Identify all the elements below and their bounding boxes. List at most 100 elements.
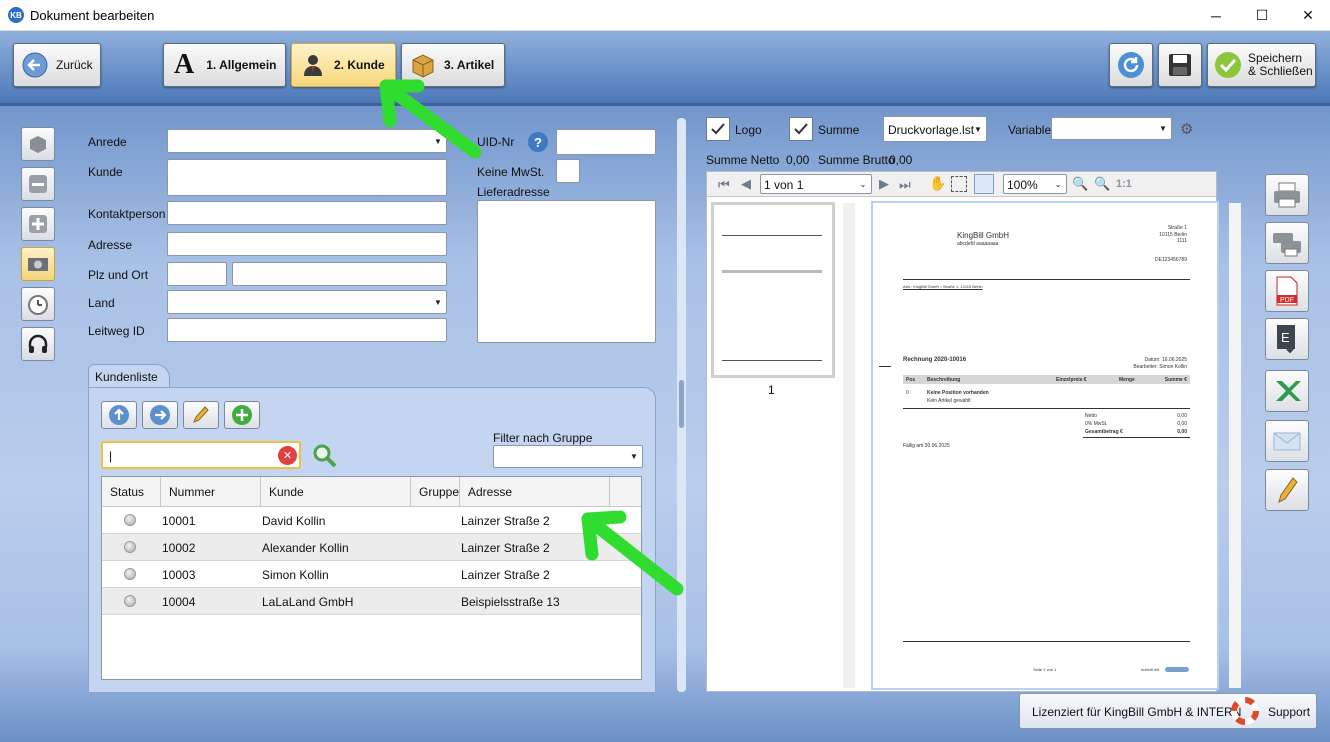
leitweg-input[interactable] [167,318,447,342]
cell-kunde: David Kollin [262,514,326,528]
side-support-button[interactable] [21,327,55,361]
doc-date: Datum: 16.06.2025 [1144,357,1187,363]
cell-nummer: 10003 [162,568,196,582]
status-dot-icon [124,568,136,580]
doc-pos-no: 0 [906,390,909,396]
doc-col-pos: Pos [906,377,916,383]
adresse-input[interactable] [167,232,447,256]
close-button[interactable]: ✕ [1285,0,1330,31]
back-button[interactable]: Zurück [13,43,101,87]
zoom-tool-icon[interactable] [974,174,994,194]
doc-company-sub: abcdefd aaaaaaaa [957,241,999,247]
logo-checkbox[interactable] [706,117,730,141]
email-button[interactable] [1265,420,1309,462]
cell-adresse: Beispielsstraße 13 [461,595,560,609]
plz-ort-label: Plz und Ort [88,268,149,282]
zoom-in-icon[interactable]: 🔍 [1072,176,1088,192]
group-filter-select[interactable]: ▼ [493,445,643,468]
first-page-icon[interactable]: ⏮ [718,177,730,193]
table-row[interactable]: 10002 Alexander Kollin Lainzer Straße 2 [102,534,641,561]
zoom-out-icon[interactable]: 🔍 [1094,176,1110,192]
doc-sender: Abs.: KingBill GmbH • Straße 1, 10115 Be… [903,284,983,289]
doc-due: Fällig am 30.06.2025 [903,443,950,449]
pdf-button[interactable]: PDF [1265,270,1309,312]
status-dot-icon [124,514,136,526]
minus-icon [29,175,47,193]
page-select[interactable]: 1 von 1 ⌄ [760,174,872,194]
print-button[interactable] [1265,174,1309,216]
side-add-button[interactable] [21,207,55,241]
tab-general[interactable]: A 1. Allgemein [163,43,286,87]
preview-scrollbar[interactable] [1229,203,1241,688]
column-gruppe[interactable]: Gruppe [411,477,460,507]
customer-list-tab[interactable]: Kundenliste [88,364,170,388]
check-icon [711,123,725,135]
table-row[interactable]: 10001 David Kollin Lainzer Straße 2 [102,507,641,534]
uid-input[interactable] [556,129,656,155]
add-customer-button[interactable] [224,401,260,429]
kunde-input[interactable] [167,159,447,196]
search-icon[interactable] [312,443,338,472]
move-up-button[interactable] [101,401,137,429]
refresh-button[interactable] [1109,43,1153,87]
column-nummer[interactable]: Nummer [161,477,261,507]
doc-col-qty: Menge [1119,377,1135,383]
side-timer-button[interactable] [21,287,55,321]
chevron-down-icon: ▼ [1159,124,1167,133]
splitter[interactable] [677,118,686,692]
next-page-icon[interactable]: ▶ [879,176,889,192]
doc-col-desc: Beschreibung [927,377,961,383]
thumb-scrollbar[interactable] [843,203,855,688]
select-button[interactable] [142,401,178,429]
e-invoice-button[interactable]: E [1265,318,1309,360]
print-multiple-button[interactable] [1265,222,1309,264]
side-remove-button[interactable] [21,167,55,201]
arrow-right-icon [150,405,170,425]
svg-text:PDF: PDF [1280,297,1294,304]
side-box-button[interactable] [21,127,55,161]
edit-button[interactable] [183,401,219,429]
maximize-button[interactable]: ☐ [1239,0,1285,31]
hand-tool-icon[interactable]: ✋ [929,175,946,192]
column-status[interactable]: Status [102,477,161,507]
minimize-button[interactable]: ─ [1193,0,1239,31]
select-tool-icon[interactable] [951,176,967,192]
page-thumbnail[interactable] [711,202,835,378]
search-input[interactable]: | [101,441,301,469]
zoom-ratio[interactable]: 1:1 [1116,178,1132,190]
template-value: Druckvorlage.lst [888,123,975,137]
land-select[interactable]: ▼ [167,290,447,314]
side-money-button[interactable] [21,247,55,281]
lieferadresse-input[interactable] [477,200,656,343]
template-select[interactable]: Druckvorlage.lst ▼ [883,116,987,142]
save-close-button[interactable]: Speichern & Schließen [1207,43,1316,87]
clear-search-icon[interactable]: ✕ [278,446,297,465]
excel-button[interactable] [1265,370,1309,412]
column-kunde[interactable]: Kunde [261,477,411,507]
tab-customer[interactable]: 2. Kunde [291,43,396,87]
zoom-select[interactable]: 100% ⌄ [1003,174,1067,194]
gear-icon[interactable]: ⚙ [1180,120,1193,138]
doc-col-unit: Einzelpreis € [1056,377,1087,383]
table-row[interactable]: 10003 Simon Kollin Lainzer Straße 2 [102,561,641,588]
anrede-select[interactable]: ▼ [167,129,447,153]
design-button[interactable] [1265,469,1309,511]
save-button[interactable] [1158,43,1202,87]
keine-mwst-checkbox[interactable] [556,159,580,183]
page-value: 1 von 1 [764,178,804,192]
person-icon [304,55,322,76]
summe-checkbox[interactable] [789,117,813,141]
plus-circle-icon [232,405,252,425]
tab-article[interactable]: 3. Artikel [401,43,505,87]
kontakt-input[interactable] [167,201,447,225]
brutto-label: Summe Brutto [818,153,895,167]
ort-input[interactable] [232,262,447,286]
prev-page-icon[interactable]: ◀ [741,176,751,192]
plz-input[interactable] [167,262,227,286]
column-adresse[interactable]: Adresse [460,477,610,507]
last-page-icon[interactable]: ⏭ [899,177,911,193]
doc-invoice-title: Rechnung 2020-10016 [903,357,967,363]
help-icon[interactable]: ? [528,132,548,152]
variable-select[interactable]: ▼ [1051,117,1172,140]
table-row[interactable]: 10004 LaLaLand GmbH Beispielsstraße 13 [102,588,641,615]
